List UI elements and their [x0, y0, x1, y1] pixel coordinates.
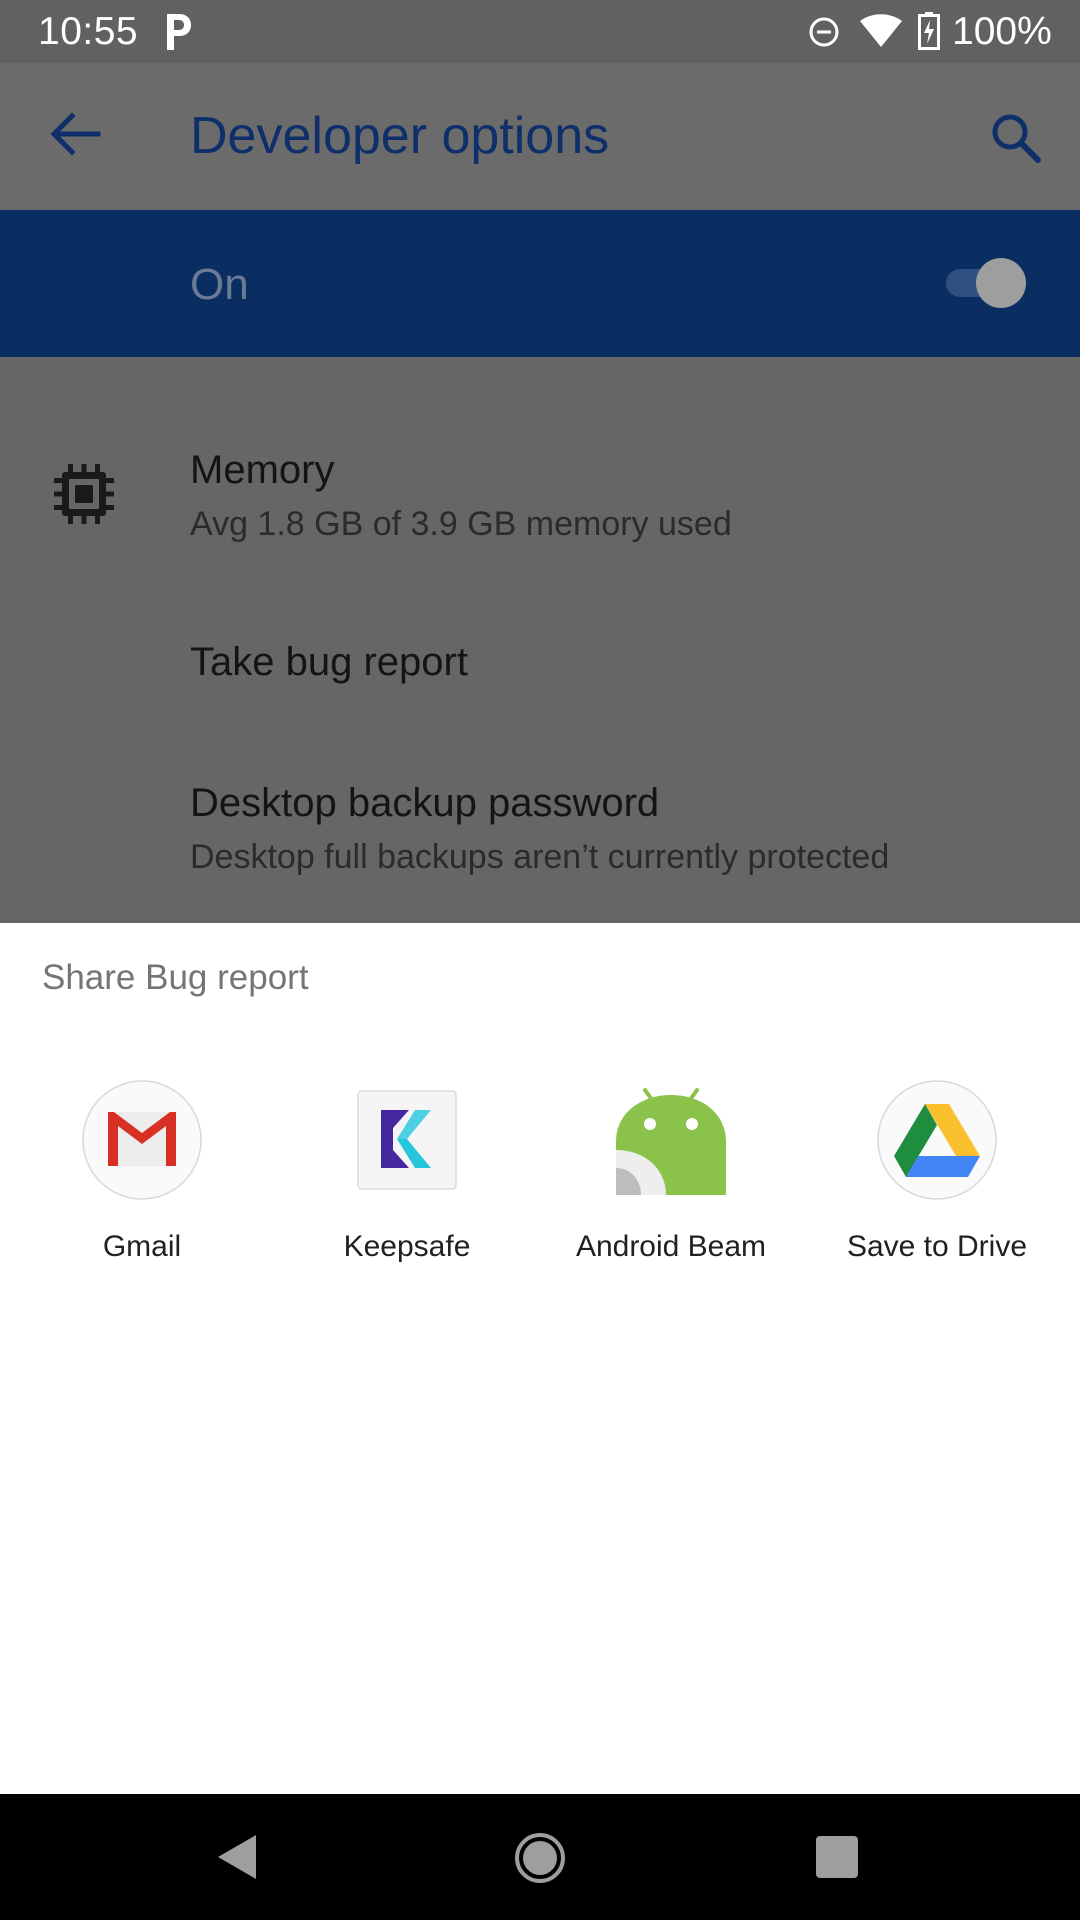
keepsafe-icon	[357, 1090, 457, 1190]
share-target-label: Gmail	[102, 1230, 182, 1263]
battery-charging-icon	[918, 12, 940, 50]
memory-chip-icon	[54, 464, 114, 524]
share-target-keepsafe[interactable]: Keepsafe	[277, 1080, 537, 1280]
battery-percent: 100%	[952, 10, 1052, 53]
android-beam-icon	[616, 1088, 726, 1195]
share-sheet-title: Share Bug report	[42, 958, 309, 997]
share-target-label: Keepsafe	[343, 1230, 471, 1263]
master-switch-label: On	[190, 260, 249, 309]
nav-home-icon[interactable]	[514, 1832, 566, 1884]
toggle-thumb[interactable]	[976, 258, 1026, 308]
share-target-android-beam[interactable]: Android Beam	[541, 1080, 801, 1280]
desktop-backup-password-title[interactable]: Desktop backup password	[190, 781, 659, 826]
status-time: 10:55	[38, 10, 139, 53]
take-bug-report-item[interactable]: Take bug report	[190, 640, 468, 685]
nav-recents-icon[interactable]	[816, 1836, 858, 1878]
search-icon[interactable]	[988, 110, 1044, 166]
do-not-disturb-icon	[809, 17, 839, 47]
share-target-label: Save to Drive	[846, 1230, 1028, 1263]
share-target-drive[interactable]: Save to Drive	[807, 1080, 1067, 1280]
memory-title[interactable]: Memory	[190, 448, 334, 493]
drive-icon	[877, 1080, 997, 1200]
page-title: Developer options	[190, 107, 610, 165]
back-arrow-icon[interactable]	[46, 110, 102, 158]
parking-notification-icon	[167, 14, 191, 50]
nav-back-icon[interactable]	[214, 1832, 260, 1882]
share-target-gmail[interactable]: Gmail	[12, 1080, 272, 1280]
memory-subtitle: Avg 1.8 GB of 3.9 GB memory used	[190, 505, 732, 543]
share-bottom-sheet	[0, 923, 1080, 1794]
wifi-icon	[860, 14, 902, 47]
master-switch-bar[interactable]	[0, 210, 1080, 357]
desktop-backup-password-subtitle: Desktop full backups aren’t currently pr…	[190, 838, 890, 876]
gmail-icon	[82, 1080, 202, 1200]
share-target-label: Android Beam	[575, 1230, 767, 1263]
